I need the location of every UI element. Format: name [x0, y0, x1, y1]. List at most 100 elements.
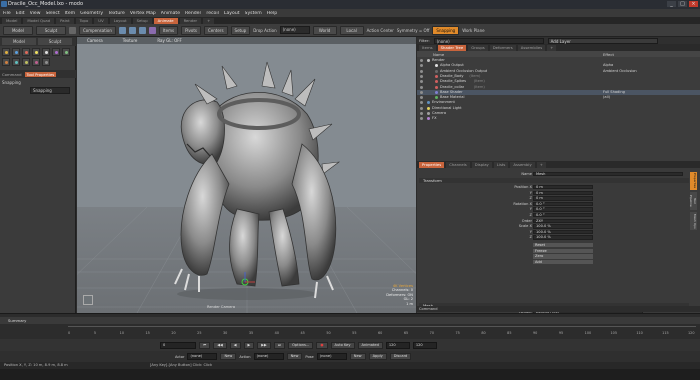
property-field[interactable]: 0.0 °: [533, 201, 593, 207]
new-action-button[interactable]: New: [286, 353, 303, 360]
world-button[interactable]: World: [312, 25, 337, 35]
tab-deformers[interactable]: Deformers: [489, 44, 516, 51]
side-tab-tool-pipeline[interactable]: Tool Pipeline: [689, 192, 697, 210]
compensation-button[interactable]: Compensation: [79, 25, 116, 35]
property-field[interactable]: 100.0 %: [533, 235, 593, 240]
tab-assemblies[interactable]: Assemblies: [517, 44, 546, 51]
play-reverse-icon[interactable]: ◀: [229, 341, 241, 349]
tab-groups[interactable]: Groups: [468, 44, 488, 51]
menu-recoil[interactable]: recoil: [206, 11, 219, 16]
scale-tool-icon[interactable]: [22, 48, 30, 56]
go-start-icon[interactable]: ⏮: [199, 341, 211, 349]
tab-topo[interactable]: Topo: [75, 17, 93, 24]
items-button[interactable]: Items: [158, 25, 179, 35]
3d-viewport[interactable]: Camera Texture Ray GL: OFF 4K Vertices C…: [77, 37, 416, 313]
discard-button[interactable]: Discard: [389, 353, 412, 360]
visibility-eye-icon[interactable]: [420, 80, 423, 84]
summary-track[interactable]: [0, 317, 700, 324]
step-forward-icon[interactable]: ▶▶: [257, 341, 271, 349]
tab--[interactable]: +: [203, 17, 215, 24]
tab-assembly[interactable]: Assembly: [510, 161, 535, 168]
select-tool-icon[interactable]: [62, 48, 70, 56]
centers-button[interactable]: Centers: [203, 25, 228, 35]
tab-shader-tree[interactable]: Shader Tree: [437, 44, 467, 51]
visibility-eye-icon[interactable]: [420, 59, 423, 62]
actor-select[interactable]: (none): [187, 353, 218, 360]
bend-tool-icon[interactable]: [2, 58, 10, 66]
menu-layout[interactable]: Layout: [224, 11, 240, 16]
record-icon[interactable]: ●: [316, 341, 328, 349]
menu-system[interactable]: System: [245, 11, 262, 16]
tab--[interactable]: +: [547, 44, 557, 51]
shader-row[interactable]: FX: [417, 116, 700, 121]
menu-render[interactable]: Render: [185, 11, 201, 16]
visibility-eye-icon[interactable]: [420, 69, 423, 73]
tab-animate[interactable]: Animate: [153, 17, 178, 24]
tab-paint[interactable]: Paint: [56, 17, 74, 24]
work-plane-label[interactable]: Work Plane: [462, 28, 484, 33]
drop-action-select[interactable]: (none): [279, 26, 310, 34]
drag-tool-icon[interactable]: [42, 58, 50, 66]
menu-animate[interactable]: Animate: [161, 11, 180, 16]
action-select[interactable]: (none): [253, 353, 284, 360]
new-actor-button[interactable]: New: [220, 353, 237, 360]
property-field[interactable]: 0 m: [533, 190, 593, 195]
rotate-tool-icon[interactable]: [12, 48, 20, 56]
select-polygon-icon[interactable]: [138, 26, 146, 34]
apply-button[interactable]: Apply: [368, 353, 387, 360]
visibility-eye-icon[interactable]: [420, 96, 423, 100]
transform-section[interactable]: Transform: [419, 178, 689, 183]
col-name[interactable]: Name: [433, 52, 444, 57]
go-end-icon[interactable]: ⏭: [273, 341, 286, 349]
property-field[interactable]: ZXY: [533, 218, 593, 223]
visibility-eye-icon[interactable]: [420, 101, 423, 105]
tab-tool-properties[interactable]: Tool Properties: [24, 71, 57, 77]
property-field[interactable]: 0.0 °: [533, 213, 593, 218]
col-effect[interactable]: Effect: [603, 52, 614, 57]
end-frame-input[interactable]: 120: [412, 341, 437, 349]
menu-item[interactable]: Item: [65, 11, 75, 16]
snapping-dropdown[interactable]: Snapping: [30, 87, 70, 94]
tab-command[interactable]: Command: [2, 72, 22, 77]
viewport-texture-menu[interactable]: Texture: [123, 38, 138, 43]
local-button[interactable]: Local: [339, 25, 364, 35]
tab-display[interactable]: Display: [471, 161, 492, 168]
model-button[interactable]: Model: [3, 25, 33, 35]
select-material-icon[interactable]: [148, 26, 156, 34]
menu-vertex-map[interactable]: Vertex Map: [130, 11, 156, 16]
minimize-button[interactable]: _: [667, 1, 676, 7]
menu-geometry[interactable]: Geometry: [80, 11, 103, 16]
pose-select[interactable]: (none): [316, 353, 347, 360]
play-icon[interactable]: ▶: [243, 341, 255, 349]
visibility-eye-icon[interactable]: [420, 74, 423, 78]
frame-ruler[interactable]: 0 5 10 15 20 25 30 35 40 45 50 55 60 65 70 75 80 85 90 95 10…: [68, 326, 696, 336]
tab-render[interactable]: Render: [179, 17, 202, 24]
start-frame-input[interactable]: 120: [385, 341, 410, 349]
element-move-icon[interactable]: [32, 58, 40, 66]
viewport-orientation-icon[interactable]: [83, 295, 93, 305]
symmetry-label[interactable]: Symmetry = Off: [397, 28, 430, 33]
property-field[interactable]: 0 m: [533, 185, 593, 190]
side-tab-mesh-ops[interactable]: Mesh Ops: [690, 212, 697, 230]
menu-help[interactable]: Help: [267, 11, 277, 16]
snapping-button[interactable]: Snapping: [432, 25, 460, 35]
tab-setup[interactable]: Setup: [132, 17, 152, 24]
filter-select[interactable]: (none): [433, 37, 544, 44]
animated-button[interactable]: Animated: [357, 341, 383, 349]
close-button[interactable]: ×: [689, 1, 698, 7]
action-center-label[interactable]: Action Center: [367, 28, 394, 33]
tab-model[interactable]: Model: [2, 17, 22, 24]
snap-tool-icon[interactable]: [22, 58, 30, 66]
new-pose-button[interactable]: New: [349, 353, 366, 360]
visibility-eye-icon[interactable]: [420, 90, 423, 94]
menu-texture[interactable]: Texture: [108, 11, 125, 16]
property-field[interactable]: 100.0 %: [533, 224, 593, 229]
property-field[interactable]: 100.0 %: [533, 229, 593, 235]
visibility-eye-icon[interactable]: [420, 85, 423, 89]
visibility-eye-icon[interactable]: [420, 112, 423, 115]
visibility-eye-icon[interactable]: [420, 64, 423, 68]
twist-tool-icon[interactable]: [12, 58, 20, 66]
setup-button[interactable]: Setup: [230, 25, 251, 35]
zero-button[interactable]: Zero: [533, 254, 593, 259]
menu-select[interactable]: Select: [46, 11, 60, 16]
